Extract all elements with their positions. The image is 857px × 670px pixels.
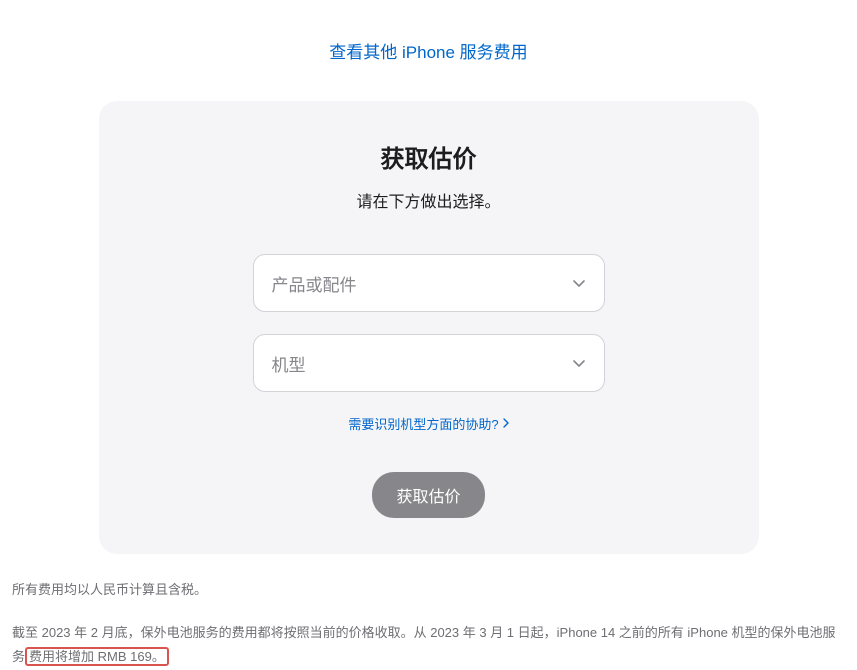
- get-estimate-button[interactable]: 获取估价: [372, 472, 484, 518]
- chevron-right-icon: [503, 416, 509, 431]
- top-link-container: 查看其他 iPhone 服务费用: [0, 0, 857, 83]
- identify-model-link[interactable]: 需要识别机型方面的协助?: [348, 414, 508, 433]
- footer: 所有费用均以人民币计算且含税。 截至 2023 年 2 月底，保外电池服务的费用…: [0, 554, 857, 670]
- model-dropdown[interactable]: 机型: [253, 334, 605, 392]
- product-dropdown-placeholder: 产品或配件: [272, 271, 357, 296]
- model-dropdown-placeholder: 机型: [272, 351, 306, 376]
- footer-note-1: 所有费用均以人民币计算且含税。: [12, 578, 845, 603]
- chevron-down-icon: [572, 279, 586, 287]
- product-dropdown[interactable]: 产品或配件: [253, 254, 605, 312]
- help-link-text: 需要识别机型方面的协助?: [348, 414, 498, 433]
- price-increase-highlight: 费用将增加 RMB 169。: [25, 647, 169, 666]
- chevron-down-icon: [572, 359, 586, 367]
- card-title: 获取估价: [99, 139, 759, 174]
- card-subtitle: 请在下方做出选择。: [99, 188, 759, 212]
- estimate-card: 获取估价 请在下方做出选择。 产品或配件 机型 需要识别机型方面的协助? 获取估…: [99, 101, 759, 554]
- help-link-container: 需要识别机型方面的协助?: [99, 414, 759, 434]
- other-services-link[interactable]: 查看其他 iPhone 服务费用: [329, 43, 527, 62]
